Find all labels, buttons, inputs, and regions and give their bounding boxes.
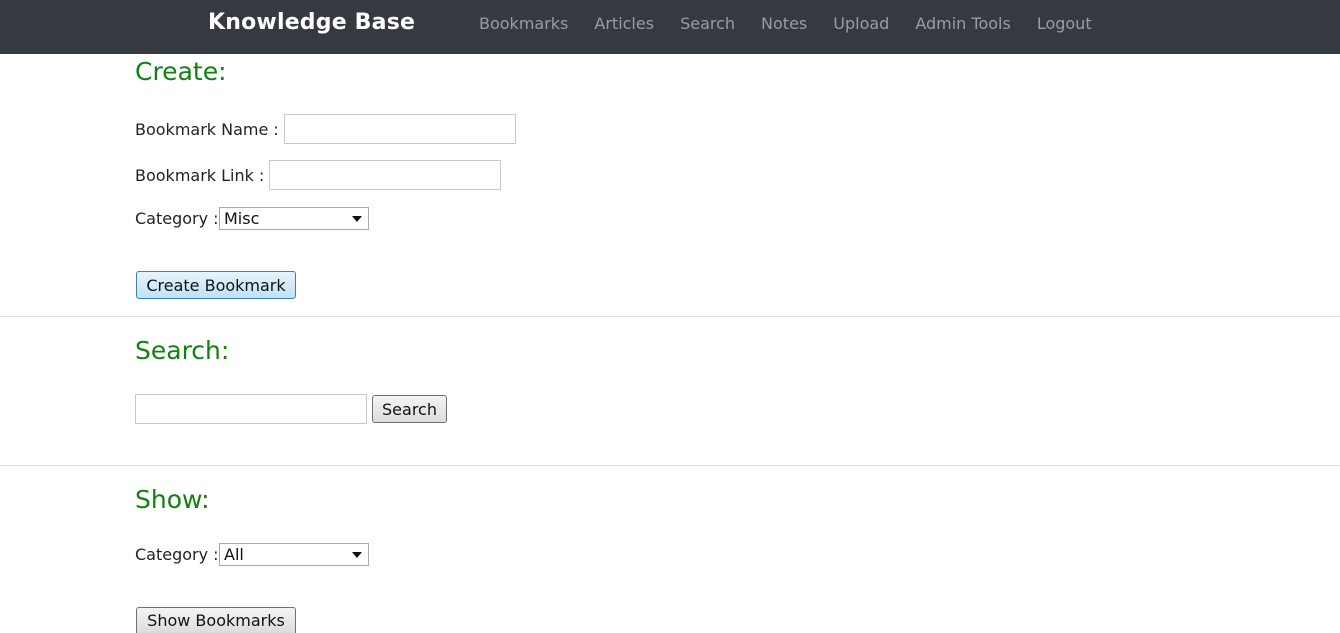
create-bookmark-button[interactable]: Create Bookmark	[136, 271, 296, 299]
show-section-title: Show:	[135, 485, 210, 514]
bookmark-link-label: Bookmark Link :	[135, 166, 265, 185]
show-category-label: Category :	[135, 545, 219, 564]
nav-menu: Bookmarks Articles Search Notes Upload A…	[479, 14, 1118, 33]
nav-notes[interactable]: Notes	[761, 14, 807, 33]
section-divider	[0, 465, 1340, 466]
nav-upload[interactable]: Upload	[833, 14, 889, 33]
nav-articles[interactable]: Articles	[594, 14, 654, 33]
create-category-label: Category :	[135, 209, 219, 228]
brand-title[interactable]: Knowledge Base	[208, 10, 415, 35]
search-section-title: Search:	[135, 336, 230, 365]
nav-admin-tools[interactable]: Admin Tools	[915, 14, 1011, 33]
nav-bookmarks[interactable]: Bookmarks	[479, 14, 568, 33]
bookmark-name-input[interactable]	[284, 114, 516, 144]
search-button[interactable]: Search	[372, 395, 447, 423]
search-input[interactable]	[135, 394, 367, 424]
show-bookmarks-button[interactable]: Show Bookmarks	[136, 607, 296, 633]
dropdown-arrow-icon	[352, 552, 362, 558]
create-section-title: Create:	[135, 57, 227, 86]
show-category-select[interactable]: All	[219, 543, 369, 566]
bookmark-name-label: Bookmark Name :	[135, 120, 279, 139]
nav-search[interactable]: Search	[680, 14, 735, 33]
show-category-value: All	[224, 545, 244, 564]
navbar: Knowledge Base Bookmarks Articles Search…	[0, 0, 1340, 54]
nav-logout[interactable]: Logout	[1037, 14, 1092, 33]
dropdown-arrow-icon	[352, 216, 362, 222]
section-divider	[0, 316, 1340, 317]
create-category-select[interactable]: Misc	[219, 207, 369, 230]
bookmark-link-input[interactable]	[269, 160, 501, 190]
create-category-value: Misc	[224, 209, 260, 228]
